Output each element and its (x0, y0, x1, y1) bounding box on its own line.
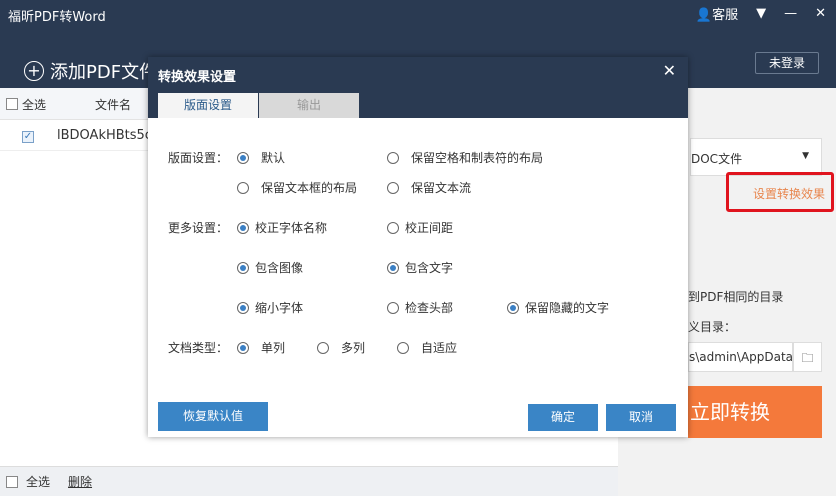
dialog-close-icon[interactable]: ✕ (663, 61, 676, 80)
radio-icon (507, 301, 519, 314)
restore-defaults-button[interactable]: 恢复默认值 (158, 402, 268, 431)
row-checkbox[interactable]: ✓ (22, 131, 34, 143)
layout-default-radio[interactable]: 默认 (237, 149, 285, 166)
minimize-button[interactable]: — (784, 6, 797, 21)
radio-icon (237, 221, 249, 234)
layout-keep-spaces-radio[interactable]: 保留空格和制表符的布局 (387, 149, 543, 166)
format-select[interactable]: DOC文件 ▼ (690, 138, 822, 176)
radio-icon (387, 181, 399, 194)
radio-icon (237, 151, 249, 164)
layout-keep-flow-radio[interactable]: 保留文本流 (387, 179, 471, 196)
radio-icon (387, 151, 399, 164)
radio-icon (397, 341, 409, 354)
layout-label: 版面设置： (168, 151, 229, 165)
doc-type-label: 文档类型： (168, 341, 229, 355)
user-icon: 👤 (695, 8, 713, 23)
cancel-button[interactable]: 取消 (606, 404, 676, 431)
add-pdf-button[interactable]: + 添加PDF文件 (24, 58, 157, 84)
window-controls: 👤客服 ▼ — ✕ (696, 4, 826, 23)
dialog-title: 转换效果设置 (158, 70, 237, 85)
conversion-settings-dialog: 转换效果设置 ✕ 版面设置 输出 版面设置： 默认 保留空格和制表符的布局 保留… (148, 57, 688, 437)
plus-icon: + (24, 61, 44, 81)
close-button[interactable]: ✕ (815, 6, 826, 21)
tab-layout[interactable]: 版面设置 (158, 93, 258, 118)
chevron-down-icon: ▼ (802, 151, 809, 161)
doc-single-column-radio[interactable]: 单列 (237, 339, 285, 356)
check-header-option[interactable]: 检查头部 (387, 299, 453, 316)
include-images-option[interactable]: 包含图像 (237, 259, 303, 276)
fix-spacing-option[interactable]: 校正间距 (387, 219, 453, 236)
radio-icon (387, 301, 399, 314)
app-title: 福昕PDF转Word (8, 10, 106, 25)
login-button[interactable]: 未登录 (755, 52, 819, 74)
folder-icon[interactable]: 🗀 (793, 342, 822, 372)
doc-multi-column-radio[interactable]: 多列 (317, 339, 365, 356)
more-settings-label: 更多设置： (168, 221, 229, 235)
radio-icon (237, 301, 249, 314)
shrink-font-option[interactable]: 缩小字体 (237, 299, 303, 316)
same-dir-option[interactable]: 到PDF相同的目录 (688, 288, 783, 305)
radio-icon (317, 341, 329, 354)
radio-icon (387, 221, 399, 234)
menu-dropdown-icon[interactable]: ▼ (756, 6, 766, 21)
convert-button[interactable]: 立即转换 (688, 386, 822, 438)
doc-adaptive-radio[interactable]: 自适应 (397, 339, 457, 356)
select-all-label: 全选 (22, 98, 47, 112)
radio-icon (237, 341, 249, 354)
bottom-select-all-label: 全选 (26, 475, 51, 489)
ok-button[interactable]: 确定 (528, 404, 598, 431)
bottom-select-all-checkbox[interactable] (6, 475, 18, 488)
column-filename: 文件名 (95, 98, 132, 112)
radio-icon (387, 261, 399, 274)
set-effect-link[interactable]: 设置转换效果 (726, 172, 834, 212)
output-path-input[interactable]: s\admin\AppData (688, 342, 793, 372)
radio-icon (237, 261, 249, 274)
custom-dir-option[interactable]: 义目录： (688, 318, 736, 335)
bottom-bar: 全选 删除 (0, 466, 618, 496)
file-name: lBDOAkHBts5cq (57, 128, 161, 143)
radio-icon (237, 181, 249, 194)
layout-keep-textbox-radio[interactable]: 保留文本框的布局 (237, 179, 357, 196)
select-all-checkbox[interactable] (6, 98, 18, 110)
customer-service-button[interactable]: 👤客服 (696, 4, 738, 23)
fix-font-name-option[interactable]: 校正字体名称 (237, 219, 327, 236)
tab-output[interactable]: 输出 (259, 93, 359, 118)
include-text-option[interactable]: 包含文字 (387, 259, 453, 276)
delete-link[interactable]: 删除 (68, 473, 92, 490)
keep-hidden-text-option[interactable]: 保留隐藏的文字 (507, 299, 609, 316)
